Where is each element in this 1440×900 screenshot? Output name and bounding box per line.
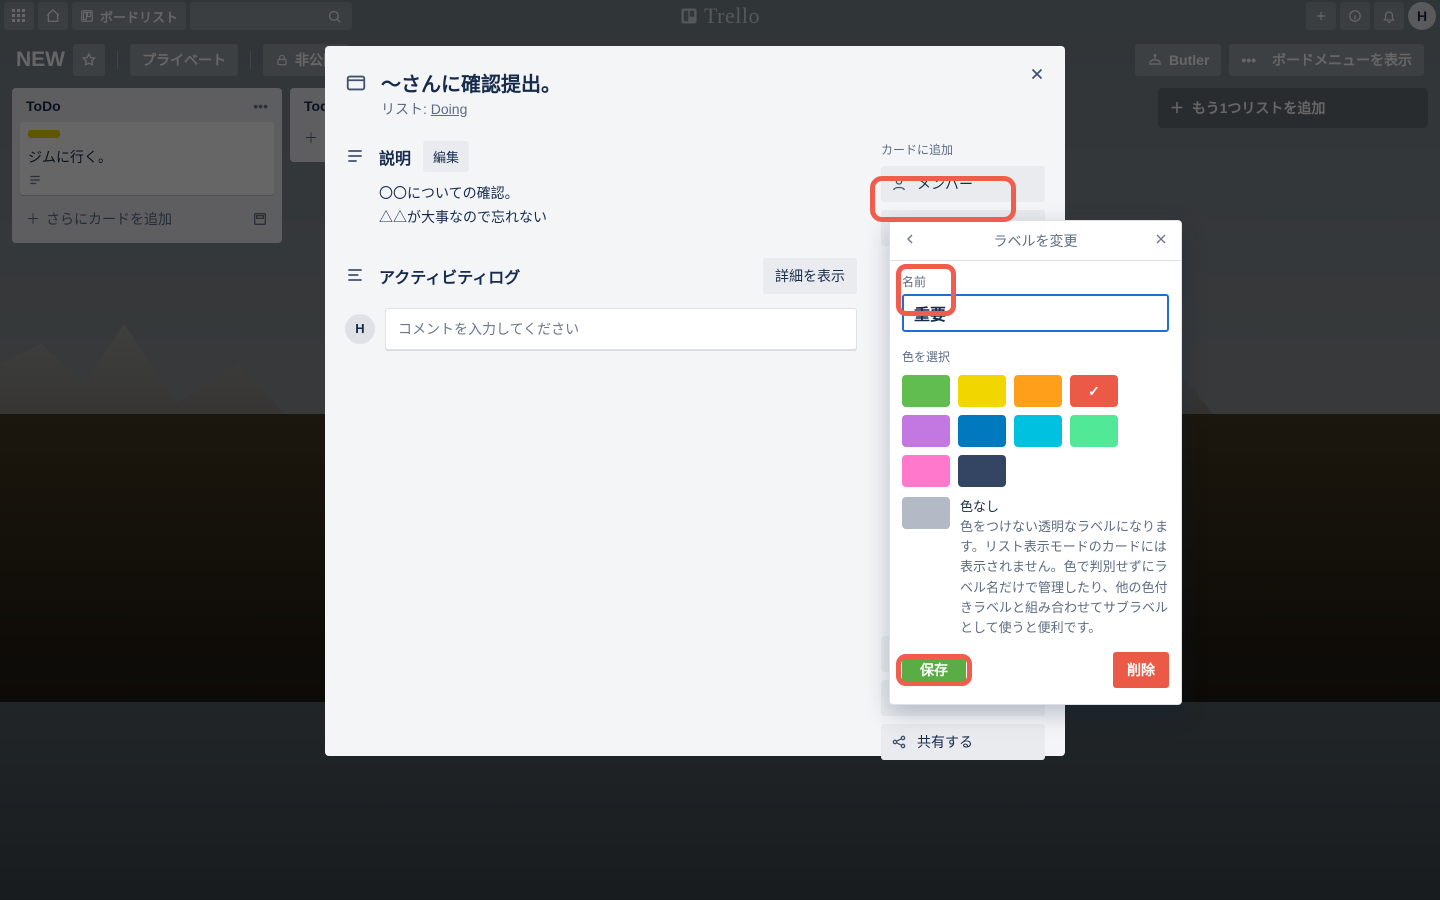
color-swatch[interactable] xyxy=(1070,415,1118,447)
description-section-icon xyxy=(345,146,367,168)
color-swatch[interactable] xyxy=(902,375,950,407)
color-swatch[interactable] xyxy=(958,455,1006,487)
card-in-list: リスト: Doing xyxy=(381,99,1045,119)
no-color-text: 色をつけない透明なラベルになります。リスト表示モードのカードには表示されません。… xyxy=(960,517,1169,638)
color-swatch[interactable] xyxy=(958,415,1006,447)
close-icon[interactable] xyxy=(1023,60,1051,88)
activity-icon xyxy=(345,265,367,287)
add-to-card-caption: カードに追加 xyxy=(881,141,1045,158)
name-label: 名前 xyxy=(902,273,1169,290)
show-detail-button[interactable]: 詳細を表示 xyxy=(763,258,857,294)
color-swatches xyxy=(902,375,1169,487)
popover-title: ラベルを変更 xyxy=(994,231,1078,251)
avatar: H xyxy=(345,314,375,344)
description-heading: 説明 xyxy=(379,145,411,169)
comment-input[interactable]: コメントを入力してください xyxy=(385,308,857,350)
back-icon[interactable] xyxy=(902,231,918,247)
user-icon xyxy=(891,176,907,192)
no-color-title: 色なし xyxy=(960,497,1169,517)
list-link[interactable]: Doing xyxy=(431,101,468,117)
save-button[interactable]: 保存 xyxy=(902,654,966,686)
label-name-input[interactable] xyxy=(902,294,1169,332)
color-swatch[interactable] xyxy=(958,375,1006,407)
label-edit-popover: ラベルを変更 名前 色を選択 色なし 色をつけない透明なラベルになります。リスト… xyxy=(889,220,1182,705)
close-icon[interactable] xyxy=(1153,231,1169,247)
share-icon xyxy=(891,734,907,750)
members-button[interactable]: メンバー xyxy=(881,166,1045,202)
edit-button[interactable]: 編集 xyxy=(423,141,469,172)
no-color-swatch[interactable] xyxy=(902,497,950,529)
color-label: 色を選択 xyxy=(902,348,1169,365)
description-text[interactable]: 〇〇についての確認。 △△が大事なので忘れない xyxy=(379,182,857,230)
color-swatch[interactable] xyxy=(902,455,950,487)
color-swatch[interactable] xyxy=(1014,415,1062,447)
delete-button[interactable]: 削除 xyxy=(1113,652,1169,688)
card-title[interactable]: 〜さんに確認提出。 xyxy=(381,68,561,97)
share-button[interactable]: 共有する xyxy=(881,724,1045,760)
color-swatch[interactable] xyxy=(1014,375,1062,407)
color-swatch[interactable] xyxy=(1070,375,1118,407)
activity-heading: アクティビティログ xyxy=(379,264,520,288)
color-swatch[interactable] xyxy=(902,415,950,447)
card-icon xyxy=(345,72,367,94)
